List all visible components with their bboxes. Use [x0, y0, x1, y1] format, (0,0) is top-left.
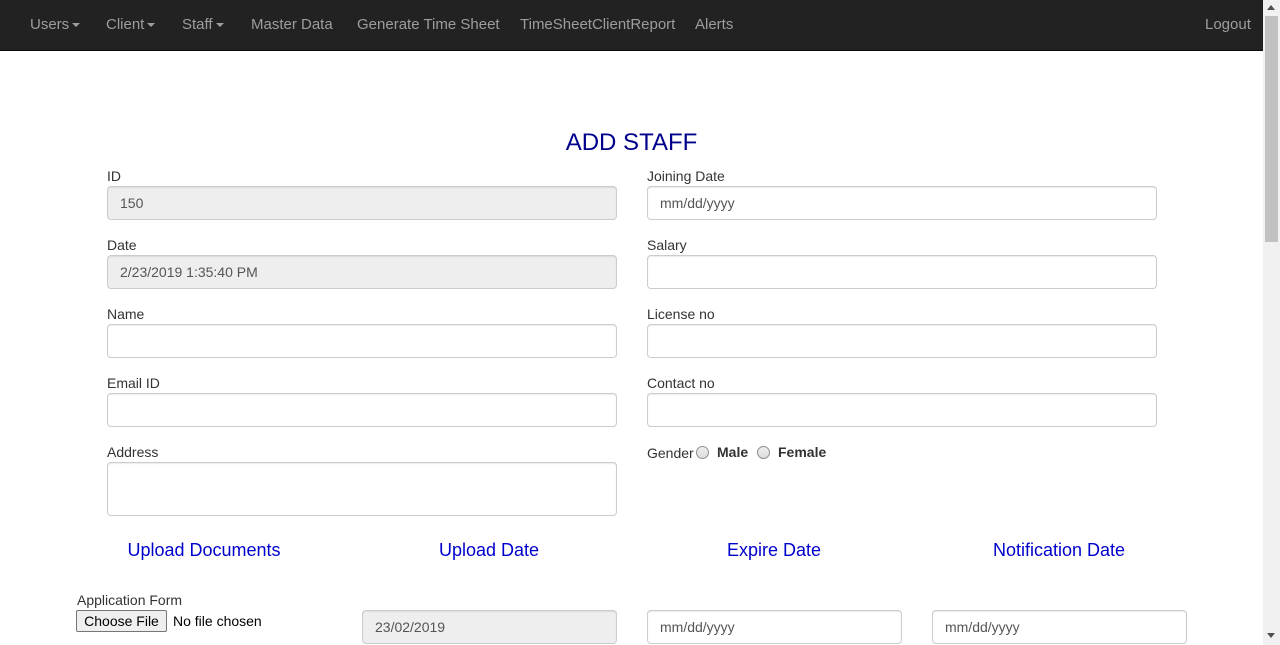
nav-client-label: Client — [106, 16, 145, 33]
nav-users-dropdown[interactable]: Users — [30, 0, 81, 50]
upload-documents-header: Upload Documents — [127, 540, 281, 560]
gender-male-radio[interactable] — [696, 446, 709, 459]
choose-file-button[interactable]: Choose File — [76, 610, 167, 632]
file-status-text: No file chosen — [173, 613, 262, 629]
id-field[interactable] — [107, 186, 617, 220]
expire-date-field[interactable] — [647, 610, 902, 644]
scroll-down-arrow-icon[interactable] — [1267, 633, 1275, 638]
salary-field[interactable] — [647, 255, 1157, 289]
contact-no-label: Contact no — [647, 375, 715, 391]
chevron-down-icon — [215, 23, 224, 28]
page-title: ADD STAFF — [565, 129, 698, 156]
address-field[interactable] — [107, 462, 617, 516]
date-field[interactable] — [107, 255, 617, 289]
name-field[interactable] — [107, 324, 617, 358]
expire-date-header: Expire Date — [726, 540, 822, 560]
joining-date-field[interactable] — [647, 186, 1157, 220]
nav-alerts[interactable]: Alerts — [695, 0, 733, 50]
notification-date-field[interactable] — [932, 610, 1187, 644]
chevron-down-icon — [72, 23, 81, 28]
nav-users-label: Users — [30, 16, 70, 33]
notification-date-header: Notification Date — [992, 540, 1126, 560]
joining-date-label: Joining Date — [647, 168, 725, 184]
top-navbar: Users Client Staff Master Data Generate … — [0, 0, 1263, 51]
nav-logout[interactable]: Logout — [1205, 0, 1251, 50]
nav-generate-time-sheet[interactable]: Generate Time Sheet — [357, 0, 500, 50]
id-label: ID — [107, 168, 121, 184]
gender-label: Gender — [647, 445, 694, 461]
scrollbar-thumb[interactable] — [1265, 16, 1278, 242]
nav-timesheet-client-report[interactable]: TimeSheetClientReport — [520, 0, 675, 50]
license-no-field[interactable] — [647, 324, 1157, 358]
email-label: Email ID — [107, 375, 160, 391]
vertical-scrollbar[interactable] — [1263, 0, 1280, 645]
upload-date-field[interactable] — [362, 610, 617, 644]
nav-staff-dropdown[interactable]: Staff — [182, 0, 224, 50]
nav-staff-label: Staff — [182, 16, 213, 33]
scroll-up-arrow-icon[interactable] — [1267, 5, 1275, 10]
license-no-label: License no — [647, 306, 715, 322]
upload-date-header: Upload Date — [438, 540, 540, 560]
email-field[interactable] — [107, 393, 617, 427]
chevron-down-icon — [147, 23, 156, 28]
contact-no-field[interactable] — [647, 393, 1157, 427]
date-label: Date — [107, 237, 137, 253]
nav-client-dropdown[interactable]: Client — [106, 0, 156, 50]
document-name-label: Application Form — [77, 592, 183, 608]
salary-label: Salary — [647, 237, 687, 253]
nav-master-data[interactable]: Master Data — [251, 0, 333, 50]
address-label: Address — [107, 444, 159, 460]
gender-female-label: Female — [778, 444, 827, 460]
name-label: Name — [107, 306, 145, 322]
gender-male-label: Male — [717, 444, 749, 460]
gender-female-radio[interactable] — [757, 446, 770, 459]
